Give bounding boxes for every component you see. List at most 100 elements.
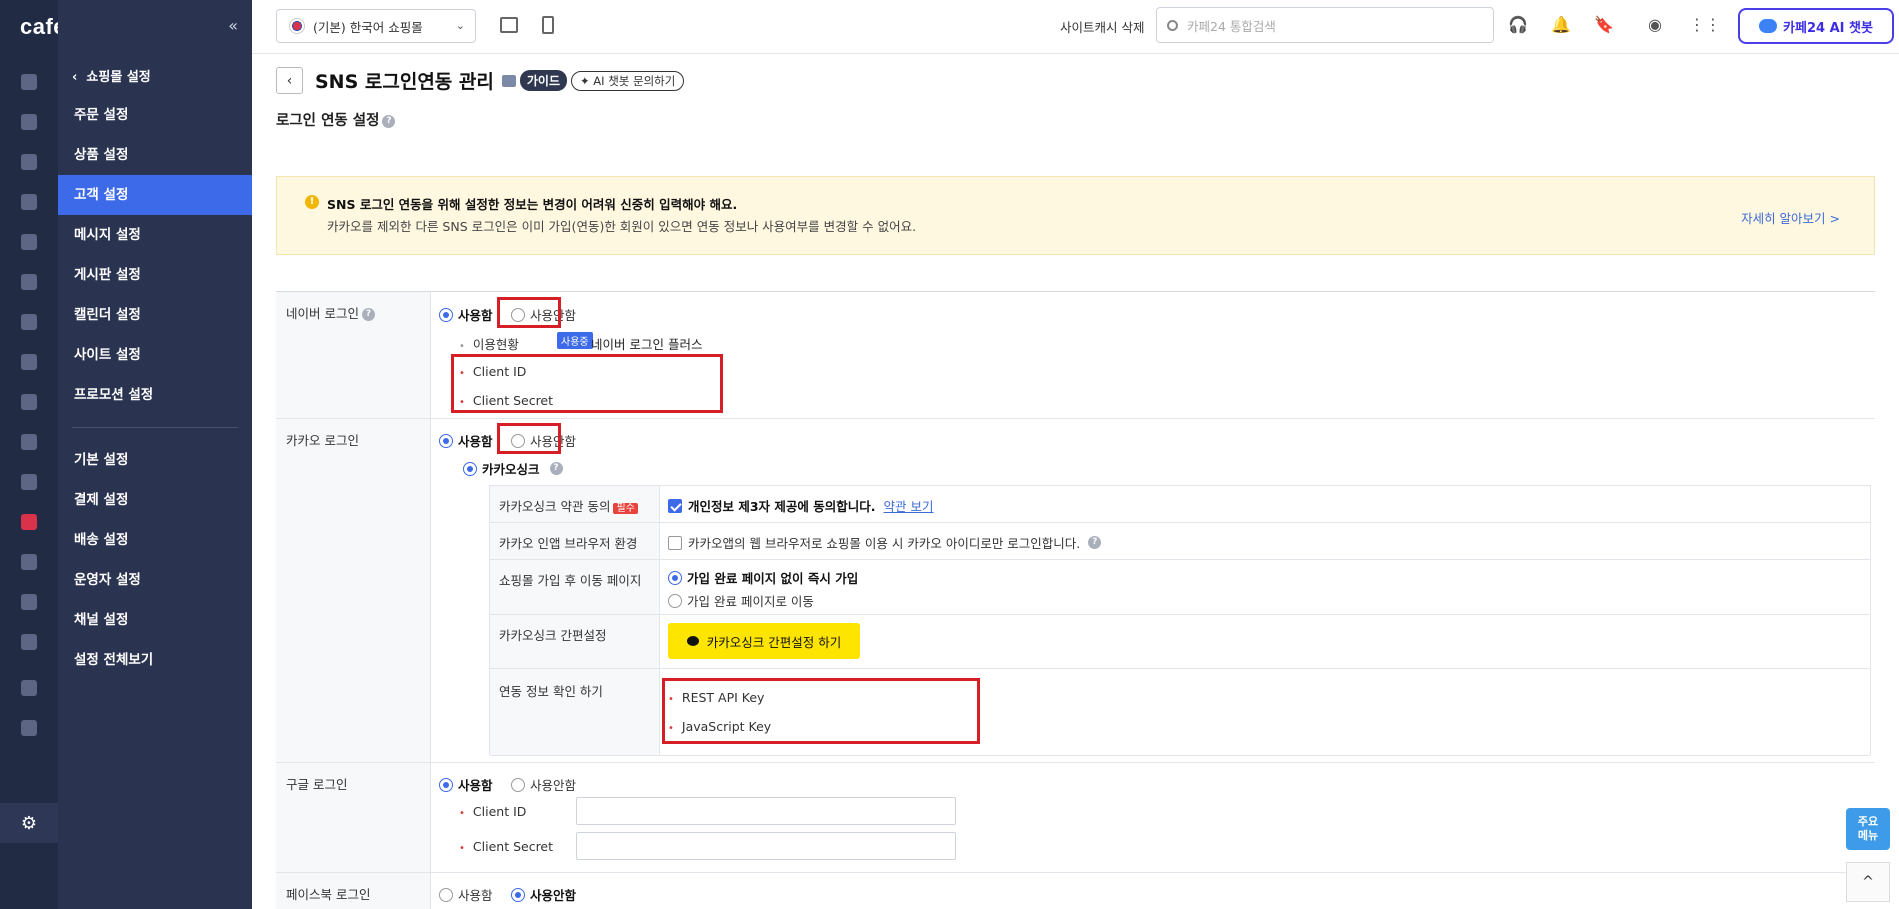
collapse-sidebar-icon[interactable]: « xyxy=(228,16,238,35)
folder-icon[interactable] xyxy=(0,708,58,748)
headset-icon[interactable]: 🎧 xyxy=(1508,16,1528,34)
bell-icon[interactable]: 🔔 xyxy=(1551,16,1571,34)
google-client-id-label: Client ID xyxy=(459,804,526,819)
kakao-login-label: 카카오 로그인 xyxy=(276,419,431,762)
help-icon[interactable]: ? xyxy=(1088,536,1102,549)
add-store-icon[interactable] xyxy=(0,622,58,662)
required-badge: 필수 xyxy=(613,503,638,514)
account-icon[interactable]: ◉ xyxy=(1646,16,1664,34)
document-icon[interactable] xyxy=(0,262,58,302)
facebook-use-radio[interactable]: 사용함 xyxy=(439,885,493,904)
shirt-icon[interactable] xyxy=(0,142,58,182)
palette-icon[interactable] xyxy=(0,302,58,342)
submenu-item-payment[interactable]: 결제 설정 xyxy=(58,480,252,520)
main-content: ‹ SNS 로그인연동 관리 가이드 ✦ AI 챗봇 문의하기 로그인 연동 설… xyxy=(252,54,1899,909)
gear-icon[interactable]: ⚙ xyxy=(0,803,58,843)
ai-chatbot-ask-button[interactable]: ✦ AI 챗봇 문의하기 xyxy=(571,70,685,91)
apps-icon[interactable] xyxy=(0,668,58,708)
scroll-to-top-button[interactable]: ^ xyxy=(1846,862,1890,902)
desktop-view-icon[interactable] xyxy=(500,17,518,33)
naver-login-body: 사용함 사용안함 이용현황 사용중 네이버 로그인 플러스 Client ID … xyxy=(431,292,1875,418)
apps-grid-icon[interactable]: ⋮⋮ xyxy=(1689,16,1721,34)
submenu-item-operator[interactable]: 운영자 설정 xyxy=(58,560,252,600)
back-button[interactable]: ‹ xyxy=(276,67,303,94)
submenu-item-shipping[interactable]: 배송 설정 xyxy=(58,520,252,560)
rail-icon-list xyxy=(0,62,58,748)
submenu-item-message[interactable]: 메시지 설정 xyxy=(58,215,252,255)
ticket-icon[interactable] xyxy=(0,342,58,382)
learn-more-link[interactable]: 자세히 알아보기 > xyxy=(1741,208,1840,227)
view-terms-link[interactable]: 약관 보기 xyxy=(884,496,934,515)
megaphone-icon[interactable] xyxy=(0,582,58,622)
submenu-item-promotion[interactable]: 프로모션 설정 xyxy=(58,375,252,415)
submenu-list: 주문 설정 상품 설정 고객 설정 메시지 설정 게시판 설정 캘린더 설정 사… xyxy=(58,95,252,680)
mobile-view-icon[interactable] xyxy=(542,16,554,34)
shop-select[interactable]: (기본) 한국어 쇼핑몰 ⌄ xyxy=(276,9,476,43)
bookmark-icon[interactable]: 🔖 xyxy=(1594,16,1614,34)
google-client-secret-input[interactable] xyxy=(576,832,956,860)
ai-chatbot-button[interactable]: 카페24 AI 챗봇 xyxy=(1738,8,1894,44)
cart-icon[interactable] xyxy=(0,102,58,142)
user-icon[interactable] xyxy=(0,182,58,222)
guide-badge[interactable]: 가이드 xyxy=(519,70,567,91)
submenu-item-board[interactable]: 게시판 설정 xyxy=(58,255,252,295)
kakao-sync-setup-button[interactable]: 카카오싱크 간편설정 하기 xyxy=(668,623,860,659)
kakao-login-row: 카카오 로그인 사용함 사용안함 카카오싱크? 카카오싱크 약관 동의 필수 개인… xyxy=(276,419,1875,763)
facebook-nouse-radio[interactable]: 사용안함 xyxy=(511,885,576,904)
join-complete-page-radio[interactable]: 가입 완료 페이지로 이동 xyxy=(668,591,814,610)
join-immediate-radio[interactable]: 가입 완료 페이지 없이 즉시 가입 xyxy=(668,568,858,587)
submenu-item-channel[interactable]: 채널 설정 xyxy=(58,600,252,640)
submenu-item-site[interactable]: 사이트 설정 xyxy=(58,335,252,375)
chart-icon[interactable] xyxy=(0,382,58,422)
highlight-box xyxy=(451,354,723,413)
store-settings-icon[interactable] xyxy=(0,462,58,502)
submenu-item-product[interactable]: 상품 설정 xyxy=(58,135,252,175)
help-icon[interactable]: ? xyxy=(361,308,375,321)
naver-status-value: 네이버 로그인 플러스 xyxy=(591,337,703,352)
submenu-item-basic[interactable]: 기본 설정 xyxy=(58,440,252,480)
google-client-secret-label: Client Secret xyxy=(459,839,553,854)
naver-use-radio[interactable]: 사용함 xyxy=(439,305,493,324)
icon-rail: cafe24 ⚙ xyxy=(0,0,91,909)
site-cache-delete-button[interactable]: 사이트캐시 삭제 xyxy=(1060,17,1144,36)
search-input[interactable]: 카페24 통합검색 xyxy=(1156,7,1494,43)
status-badge: 사용중 xyxy=(557,332,593,349)
main-menu-float-button[interactable]: 주요 메뉴 xyxy=(1846,808,1890,850)
section-title: 로그인 연동 설정? xyxy=(276,109,396,130)
submenu-item-customer[interactable]: 고객 설정 xyxy=(58,175,252,215)
youtube-icon[interactable] xyxy=(0,502,58,542)
page-title: SNS 로그인연동 관리 xyxy=(315,71,494,93)
korea-flag-icon xyxy=(289,18,305,34)
speech-bubble-icon xyxy=(686,636,699,646)
chat-icon[interactable] xyxy=(0,222,58,262)
home-icon[interactable] xyxy=(0,62,58,102)
kakao-use-radio[interactable]: 사용함 xyxy=(439,431,493,450)
kakao-confirm-label: 연동 정보 확인 하기 xyxy=(490,669,660,755)
briefcase-icon[interactable] xyxy=(0,542,58,582)
notice-line-1: SNS 로그인 연동을 위해 설정한 정보는 변경이 어려워 신중히 입력해야 … xyxy=(327,197,738,212)
kakao-terms-row: 카카오싱크 약관 동의 필수 개인정보 제3자 제공에 동의합니다. 약관 보기 xyxy=(490,486,1870,523)
google-client-id-input[interactable] xyxy=(576,797,956,825)
book-icon[interactable] xyxy=(0,422,58,462)
back-to-shop-settings[interactable]: ‹ 쇼핑몰 설정 xyxy=(72,66,151,85)
google-use-radio[interactable]: 사용함 xyxy=(439,775,493,794)
kakao-inapp-checkbox[interactable]: 카카오앱의 웹 브라우저로 쇼핑몰 이용 시 카카오 아이디로만 로그인합니다.… xyxy=(668,533,1102,552)
kakao-after-join-row: 쇼핑몰 가입 후 이동 페이지 가입 완료 페이지 없이 즉시 가입 가입 완료… xyxy=(490,560,1870,615)
kakao-sync-radio[interactable]: 카카오싱크? xyxy=(463,459,563,478)
kakao-inapp-row: 카카오 인앱 브라우저 환경 카카오앱의 웹 브라우저로 쇼핑몰 이용 시 카카… xyxy=(490,523,1870,560)
submenu-item-all-settings[interactable]: 설정 전체보기 xyxy=(58,640,252,680)
store-icon xyxy=(501,74,516,87)
submenu-item-calendar[interactable]: 캘린더 설정 xyxy=(58,295,252,335)
google-nouse-radio[interactable]: 사용안함 xyxy=(511,775,576,794)
kakao-terms-checkbox[interactable]: 개인정보 제3자 제공에 동의합니다. 약관 보기 xyxy=(668,496,934,515)
submenu-item-order[interactable]: 주문 설정 xyxy=(58,95,252,135)
naver-login-label: 네이버 로그인? xyxy=(276,292,431,418)
kakao-easy-setup-row: 카카오싱크 간편설정 카카오싱크 간편설정 하기 xyxy=(490,615,1870,669)
sns-login-form: 네이버 로그인? 사용함 사용안함 이용현황 사용중 네이버 로그인 플러스 C… xyxy=(276,291,1875,909)
info-icon: ! xyxy=(305,195,319,209)
chevron-down-icon: ⌄ xyxy=(455,19,465,32)
submenu-divider xyxy=(72,427,238,428)
help-icon[interactable]: ? xyxy=(382,114,396,128)
facebook-login-label: 페이스북 로그인 xyxy=(276,873,431,909)
help-icon[interactable]: ? xyxy=(549,462,563,475)
